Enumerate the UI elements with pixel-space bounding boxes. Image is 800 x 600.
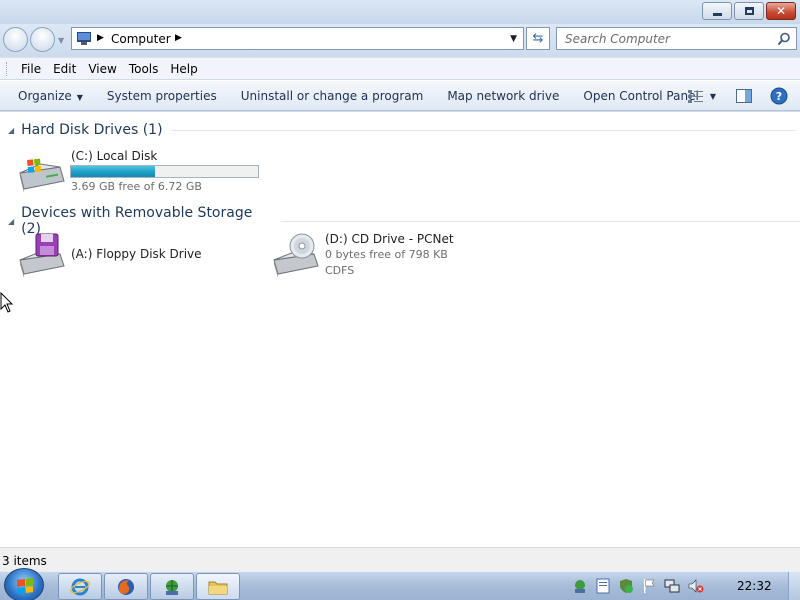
search-box[interactable] — [556, 27, 797, 50]
recent-pages-dropdown-icon[interactable]: ▼ — [58, 36, 64, 45]
breadcrumb-chevron-icon[interactable]: ▶ — [97, 33, 104, 43]
drive-name: (A:) Floppy Disk Drive — [71, 247, 202, 261]
restore-button[interactable] — [734, 2, 764, 20]
taskbar-firefox[interactable] — [104, 573, 148, 600]
hard-disk-icon — [19, 158, 65, 193]
minimize-button[interactable] — [702, 2, 732, 20]
change-view-icon[interactable] — [687, 89, 704, 103]
preview-pane-icon[interactable] — [736, 89, 752, 103]
drive-filesystem: CDFS — [325, 264, 355, 277]
internet-explorer-icon — [70, 578, 90, 595]
volume-muted-icon[interactable] — [688, 578, 704, 594]
cd-drive-icon — [273, 233, 319, 278]
taskbar-clock[interactable]: 22:32 — [737, 579, 772, 593]
command-bar: Organize ▼ System properties Uninstall or… — [0, 80, 800, 111]
search-icon[interactable] — [777, 32, 791, 46]
taskbar-internet-explorer[interactable] — [58, 573, 102, 600]
drive-name: (C:) Local Disk — [71, 149, 158, 163]
drive-free-space: 0 bytes free of 798 KB — [325, 248, 448, 261]
drive-name: (D:) CD Drive - PCNet — [325, 232, 454, 246]
disk-usage-bar — [70, 165, 259, 178]
group-divider — [281, 220, 800, 222]
window-controls: ✕ — [702, 2, 796, 20]
file-list-pane: ◢ Hard Disk Drives (1) (C:) Local Disk 3… — [0, 112, 800, 547]
back-button[interactable] — [3, 27, 28, 52]
menu-bar: File Edit View Tools Help — [0, 57, 800, 79]
document-tray-icon[interactable] — [596, 578, 610, 594]
svg-text:?: ? — [776, 90, 782, 103]
restore-icon — [744, 7, 754, 15]
refresh-icon: ⇆ — [532, 31, 544, 46]
computer-icon — [77, 32, 91, 45]
folder-icon — [208, 581, 228, 594]
address-dropdown-icon[interactable]: ▼ — [510, 34, 517, 44]
menu-grip — [6, 61, 9, 76]
collapse-triangle-icon[interactable]: ◢ — [8, 126, 14, 135]
system-tray — [572, 578, 704, 594]
item-count: 3 items — [2, 554, 47, 568]
address-bar[interactable]: ▶ Computer ▶ ▼ — [71, 27, 524, 50]
group-title: Hard Disk Drives (1) — [21, 122, 163, 138]
address-row: ▼ ▶ Computer ▶ ▼ ⇆ — [0, 24, 800, 54]
chevron-down-icon: ▼ — [76, 92, 83, 102]
menu-file[interactable]: File — [15, 62, 47, 76]
network-connection-icon[interactable] — [664, 578, 680, 594]
drive-c-local-disk[interactable]: (C:) Local Disk 3.69 GB free of 6.72 GB — [16, 147, 266, 197]
drive-a-floppy[interactable]: (A:) Floppy Disk Drive — [16, 232, 256, 280]
minimize-icon — [712, 12, 722, 16]
close-button[interactable]: ✕ — [766, 2, 796, 20]
menu-edit[interactable]: Edit — [47, 62, 82, 76]
system-properties-button[interactable]: System properties — [95, 89, 229, 103]
collapse-triangle-icon[interactable]: ◢ — [8, 217, 14, 226]
refresh-button[interactable]: ⇆ — [526, 27, 550, 50]
floppy-drive-icon — [19, 233, 65, 278]
security-shield-icon[interactable] — [618, 578, 634, 594]
taskbar-network-app[interactable] — [150, 573, 194, 600]
windows-logo-icon — [17, 578, 33, 594]
show-desktop-button[interactable] — [788, 572, 800, 600]
network-globe-icon — [166, 579, 178, 595]
breadcrumb-computer[interactable]: Computer — [111, 32, 171, 46]
disk-usage-fill — [71, 166, 156, 177]
menu-view[interactable]: View — [82, 62, 122, 76]
menu-tools[interactable]: Tools — [123, 62, 165, 76]
title-bar: ✕ — [0, 0, 800, 26]
search-input[interactable] — [565, 29, 775, 49]
network-tray-icon[interactable] — [572, 578, 588, 594]
group-hard-disk-drives[interactable]: ◢ Hard Disk Drives (1) — [8, 122, 796, 138]
status-bar: 3 items — [0, 547, 800, 571]
drive-free-space: 3.69 GB free of 6.72 GB — [71, 180, 202, 193]
view-options-dropdown-icon[interactable]: ▼ — [710, 92, 716, 101]
firefox-icon — [118, 578, 134, 595]
organize-label: Organize — [18, 88, 72, 103]
start-button[interactable] — [4, 568, 44, 600]
uninstall-program-button[interactable]: Uninstall or change a program — [229, 89, 436, 103]
menu-help[interactable]: Help — [164, 62, 203, 76]
map-network-drive-button[interactable]: Map network drive — [435, 89, 571, 103]
close-icon: ✕ — [775, 4, 787, 18]
help-icon[interactable]: ? — [770, 87, 788, 105]
action-center-flag-icon[interactable] — [642, 578, 656, 594]
mouse-cursor-icon — [0, 292, 14, 313]
organize-button[interactable]: Organize ▼ — [0, 89, 95, 103]
taskbar: 22:32 — [0, 568, 800, 600]
forward-button[interactable] — [30, 27, 55, 52]
breadcrumb-chevron-icon[interactable]: ▶ — [175, 33, 182, 43]
taskbar-explorer[interactable] — [196, 573, 240, 600]
drive-d-cd[interactable]: (D:) CD Drive - PCNet 0 bytes free of 79… — [270, 232, 490, 282]
group-divider — [170, 129, 796, 131]
